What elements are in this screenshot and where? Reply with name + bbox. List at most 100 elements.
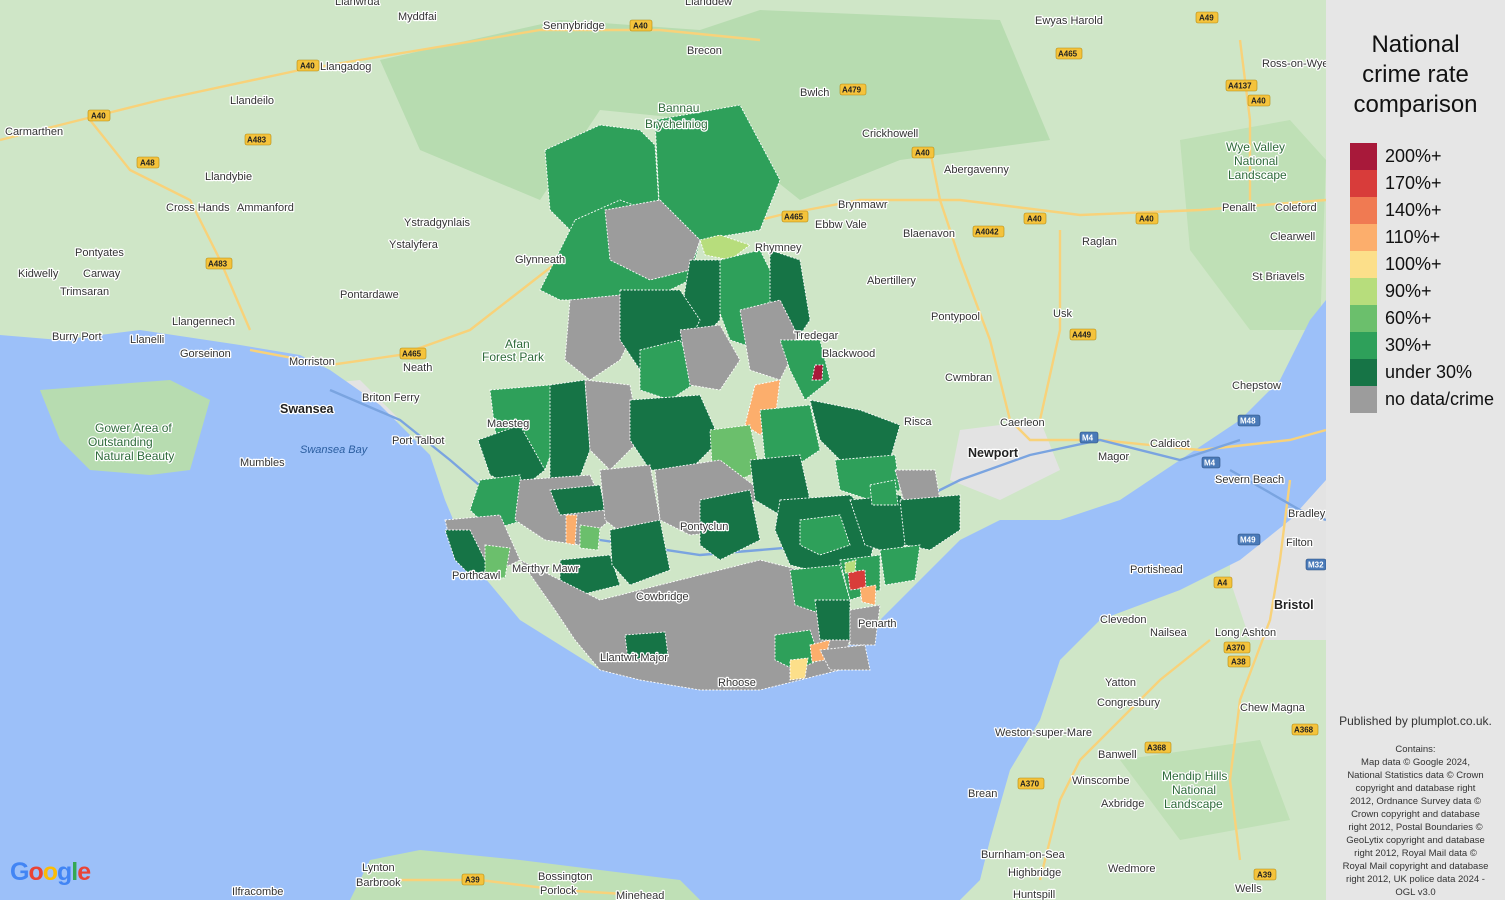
label-weston: Weston-super-Mare xyxy=(995,727,1092,739)
road-badge-a483: A483 xyxy=(244,133,272,146)
label-glynneath: Glynneath xyxy=(515,254,565,266)
area-region[interactable] xyxy=(814,599,851,641)
label-brecon: Brecon xyxy=(687,45,722,57)
label-portishead: Portishead xyxy=(1130,564,1183,576)
area-region[interactable] xyxy=(847,569,867,591)
label-long-ashton: Long Ashton xyxy=(1215,627,1276,639)
road-badge-a40: A40 xyxy=(296,59,320,72)
svg-text:A38: A38 xyxy=(1231,658,1246,667)
label-wye-1: Wye Valley xyxy=(1226,140,1285,154)
svg-text:A48: A48 xyxy=(140,159,155,168)
legend-title-line: National xyxy=(1371,31,1460,58)
road-badge-a40: A40 xyxy=(1247,94,1271,107)
label-chew-magna: Chew Magna xyxy=(1240,702,1306,714)
road-badge-a368: A368 xyxy=(1291,723,1319,736)
label-bristol: Bristol xyxy=(1274,598,1314,612)
legend-item: 90%+ xyxy=(1350,278,1494,305)
label-llanelli: Llanelli xyxy=(130,334,164,346)
label-axbridge: Axbridge xyxy=(1101,798,1144,810)
svg-text:A368: A368 xyxy=(1147,744,1167,753)
label-ilfracombe: Ilfracombe xyxy=(232,886,283,898)
road-badge-a39: A39 xyxy=(461,873,485,886)
label-porthcawl: Porthcawl xyxy=(452,570,500,582)
road-badge-m48: M48 xyxy=(1237,414,1261,427)
legend-label: 30%+ xyxy=(1385,335,1432,355)
label-ewyas-harold: Ewyas Harold xyxy=(1035,15,1103,27)
label-llandeilo: Llandeilo xyxy=(230,95,274,107)
label-llanddew: Llanddew xyxy=(685,0,732,8)
label-highbridge: Highbridge xyxy=(1008,867,1061,879)
label-usk: Usk xyxy=(1053,308,1072,320)
label-st-briavels: St Briavels xyxy=(1252,271,1305,283)
label-caerleon: Caerleon xyxy=(1000,417,1045,429)
map-canvas: Swansea Bay Afan Forest Park Gower Area … xyxy=(0,0,1326,900)
svg-text:A368: A368 xyxy=(1294,726,1314,735)
svg-text:A40: A40 xyxy=(300,62,315,71)
svg-text:M4: M4 xyxy=(1082,434,1094,443)
label-llandybie: Llandybie xyxy=(205,171,252,183)
road-badge-a465: A465 xyxy=(399,347,427,360)
attribution-line: GeoLytix copyright and database xyxy=(1346,835,1485,846)
legend-swatch xyxy=(1350,143,1377,170)
area-region[interactable] xyxy=(859,584,877,606)
label-bwlch: Bwlch xyxy=(800,87,829,99)
svg-text:A483: A483 xyxy=(208,260,228,269)
label-gorseinon: Gorseinon xyxy=(180,348,231,360)
label-wells: Wells xyxy=(1235,883,1262,895)
attribution-line: Crown copyright and database xyxy=(1351,809,1480,820)
svg-text:A449: A449 xyxy=(1072,331,1092,340)
label-barbrook: Barbrook xyxy=(356,877,401,889)
legend-item: 100%+ xyxy=(1350,251,1494,278)
road-badge-a40: A40 xyxy=(911,146,935,159)
label-porlock: Porlock xyxy=(540,885,577,897)
road-badge-m32: M32 xyxy=(1305,558,1326,571)
svg-text:A40: A40 xyxy=(915,149,930,158)
legend-swatch xyxy=(1350,251,1377,278)
svg-text:A40: A40 xyxy=(91,112,106,121)
label-abertillery: Abertillery xyxy=(867,275,916,287)
svg-text:A4042: A4042 xyxy=(975,228,999,237)
label-carmarthen: Carmarthen xyxy=(5,126,63,138)
label-newport: Newport xyxy=(968,446,1019,460)
road-badge-a370: A370 xyxy=(1223,641,1251,654)
area-region[interactable] xyxy=(579,524,601,551)
label-clevedon: Clevedon xyxy=(1100,614,1146,626)
label-rhoose: Rhoose xyxy=(718,677,756,689)
area-region[interactable] xyxy=(549,484,606,516)
road-badge-a465: A465 xyxy=(1055,47,1083,60)
label-sennybridge: Sennybridge xyxy=(543,20,605,32)
label-severn-beach: Severn Beach xyxy=(1215,474,1284,486)
label-kidwelly: Kidwelly xyxy=(18,268,59,280)
label-afan-forest-park-2: Forest Park xyxy=(482,350,545,364)
road-badge-a38: A38 xyxy=(1227,655,1251,668)
road-badge-a40: A40 xyxy=(1023,212,1047,225)
label-swansea: Swansea xyxy=(280,402,335,416)
legend-item: 170%+ xyxy=(1350,170,1494,197)
svg-text:A40: A40 xyxy=(633,22,648,31)
label-congresbury: Congresbury xyxy=(1097,697,1160,709)
svg-text:A40: A40 xyxy=(1139,215,1154,224)
road-badge-m49: M49 xyxy=(1237,533,1261,546)
road-badge-a465: A465 xyxy=(781,210,809,223)
legend-label: 140%+ xyxy=(1385,200,1442,220)
attribution-line: 2012, Ordnance Survey data © xyxy=(1349,796,1482,807)
svg-text:M49: M49 xyxy=(1240,536,1256,545)
area-region[interactable] xyxy=(565,514,578,546)
svg-text:A483: A483 xyxy=(247,136,267,145)
svg-text:A40: A40 xyxy=(1251,97,1266,106)
legend-label: no data/crime xyxy=(1385,389,1495,409)
area-region[interactable] xyxy=(879,544,921,586)
svg-text:A40: A40 xyxy=(1027,215,1042,224)
area-region[interactable] xyxy=(869,479,899,506)
legend-panel: National crime rate comparison 200%+ 170… xyxy=(1326,0,1505,900)
svg-text:A4: A4 xyxy=(1217,579,1228,588)
label-penarth: Penarth xyxy=(858,618,897,630)
legend-item: 30%+ xyxy=(1350,332,1494,359)
label-ammanford: Ammanford xyxy=(237,202,294,214)
label-penallt: Penallt xyxy=(1222,202,1256,214)
label-wye-2: National xyxy=(1234,154,1278,168)
road-badge-a48: A48 xyxy=(136,156,160,169)
crime-rate-map[interactable]: Swansea Bay Afan Forest Park Gower Area … xyxy=(0,0,1326,900)
svg-text:A370: A370 xyxy=(1020,780,1040,789)
label-trimsaran: Trimsaran xyxy=(60,286,109,298)
